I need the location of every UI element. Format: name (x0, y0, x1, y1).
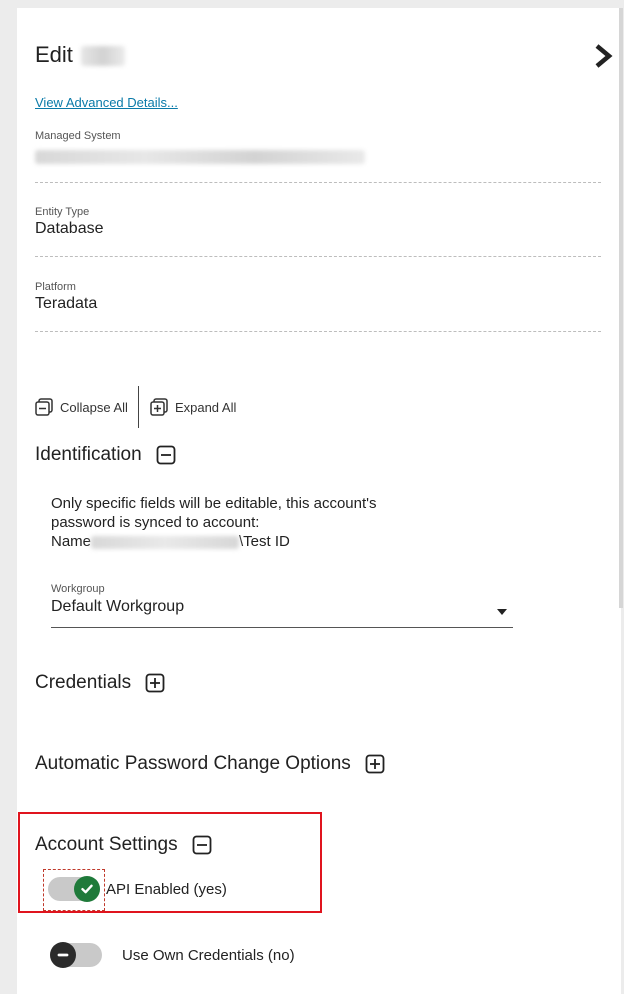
chevron-down-icon (497, 609, 507, 615)
identification-header: Identification (35, 444, 176, 466)
platform-label: Platform (35, 281, 76, 293)
managed-system-label: Managed System (35, 130, 121, 142)
redacted-account-name (80, 46, 125, 67)
page-title: Edit (35, 42, 125, 68)
collapse-all-button[interactable]: Collapse All (34, 397, 128, 417)
info-name-suffix: \Test ID (239, 533, 290, 550)
workgroup-select[interactable]: Workgroup Default Workgroup (51, 583, 513, 628)
divider (137, 386, 139, 428)
collapse-identification-button[interactable] (156, 445, 176, 465)
auto-password-header: Automatic Password Change Options (35, 753, 385, 775)
page-title-text: Edit (35, 42, 73, 67)
use-own-credentials-label: Use Own Credentials (no) (122, 946, 295, 964)
use-own-credentials-toggle-row: Use Own Credentials (no) (50, 942, 295, 968)
expand-all-icon (150, 398, 168, 416)
managed-system-field: Managed System (35, 130, 601, 183)
expand-auto-password-button[interactable] (365, 754, 385, 774)
expand-all-label: Expand All (174, 399, 237, 415)
api-enabled-toggle[interactable] (48, 876, 100, 902)
info-name-prefix: Name (51, 533, 92, 550)
use-own-credentials-toggle[interactable] (50, 942, 102, 968)
managed-system-value (35, 144, 601, 168)
credentials-title: Credentials (35, 672, 132, 693)
info-line-1: Only specific fields will be editable, t… (51, 495, 377, 512)
platform-field: Platform Teradata (35, 281, 601, 332)
redacted-managed-system (35, 150, 365, 164)
identification-info: Only specific fields will be editable, t… (51, 494, 511, 551)
entity-type-field: Entity Type Database (35, 206, 601, 257)
api-enabled-label: API Enabled (yes) (106, 880, 227, 898)
plus-box-icon (145, 673, 165, 693)
collapse-expand-controls: Collapse All Expand All (34, 386, 236, 428)
auto-password-title: Automatic Password Change Options (35, 753, 351, 774)
scrollbar[interactable] (619, 8, 623, 608)
chevron-right-icon[interactable] (591, 42, 615, 70)
workgroup-value: Default Workgroup (51, 598, 185, 615)
minus-box-icon (156, 445, 176, 465)
entity-type-value: Database (35, 220, 104, 237)
platform-value: Teradata (35, 295, 98, 312)
redacted-account-path (91, 535, 240, 549)
workgroup-label: Workgroup (51, 583, 105, 595)
plus-box-icon (365, 754, 385, 774)
collapse-all-icon (35, 398, 53, 416)
expand-all-button[interactable]: Expand All (149, 397, 236, 417)
view-advanced-details-link[interactable]: View Advanced Details... (35, 95, 178, 110)
identification-title: Identification (35, 444, 142, 465)
info-line-2: password is synced to account: (51, 514, 260, 531)
expand-credentials-button[interactable] (145, 673, 165, 693)
info-line-3: Name \Test ID (51, 532, 511, 551)
collapse-all-label: Collapse All (60, 399, 128, 415)
minus-circle-icon (50, 942, 76, 968)
entity-type-label: Entity Type (35, 206, 90, 218)
credentials-header: Credentials (35, 672, 165, 694)
api-enabled-toggle-row: API Enabled (yes) (48, 876, 227, 902)
check-circle-icon (74, 876, 100, 902)
